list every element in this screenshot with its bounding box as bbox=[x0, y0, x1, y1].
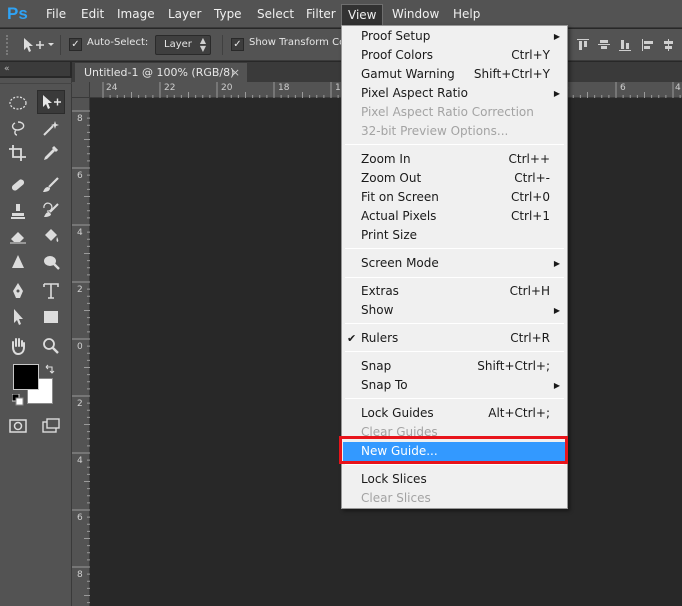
eyedropper-tool-icon[interactable] bbox=[37, 141, 65, 165]
ruler-origin[interactable] bbox=[72, 82, 90, 98]
document-tab[interactable]: Untitled-1 @ 100% (RGB/8) × bbox=[75, 63, 247, 82]
rectangle-tool-icon[interactable] bbox=[37, 305, 65, 329]
dodge-tool-icon[interactable] bbox=[37, 250, 65, 274]
move-tool-preset-icon[interactable] bbox=[20, 36, 54, 57]
menu-separator bbox=[345, 144, 564, 145]
menu-item-lock-slices[interactable]: Lock Slices bbox=[343, 470, 566, 489]
menu-separator bbox=[345, 323, 564, 324]
menu-bar: Ps File Edit Image Layer Type Select Fil… bbox=[0, 0, 682, 28]
menu-item-snap-to[interactable]: Snap To ▶ bbox=[343, 376, 566, 395]
menu-separator bbox=[345, 351, 564, 352]
zoom-tool-icon[interactable] bbox=[37, 334, 65, 358]
menu-item-extras[interactable]: Extras Ctrl+H bbox=[343, 282, 566, 301]
path-selection-tool-icon[interactable] bbox=[4, 305, 32, 329]
menu-item-clear-slices: Clear Slices bbox=[361, 491, 431, 505]
submenu-arrow-icon: ▶ bbox=[553, 32, 560, 41]
menu-item-pixel-aspect-ratio-correction: Pixel Aspect Ratio Correction bbox=[361, 105, 534, 119]
menu-separator bbox=[345, 464, 564, 465]
menu-item-actual-pixels[interactable]: Actual Pixels Ctrl+1 bbox=[343, 207, 566, 226]
hand-tool-icon[interactable] bbox=[4, 334, 32, 358]
show-transform-controls-checkbox[interactable]: ✓ bbox=[231, 38, 244, 51]
blur-tool-icon[interactable] bbox=[4, 250, 32, 274]
menu-separator bbox=[345, 248, 564, 249]
menu-item-clear-guides: Clear Guides bbox=[361, 425, 438, 439]
toolbox bbox=[0, 78, 72, 606]
ruler-ticks bbox=[72, 110, 90, 604]
foreground-color-swatch[interactable] bbox=[13, 364, 39, 390]
menu-filter[interactable]: Filter bbox=[300, 4, 342, 24]
marquee-tool-icon[interactable] bbox=[4, 91, 32, 115]
submenu-arrow-icon: ▶ bbox=[553, 259, 560, 268]
align-left-icon[interactable] bbox=[641, 38, 655, 52]
photoshop-logo-icon: Ps bbox=[7, 4, 28, 23]
close-tab-icon[interactable]: × bbox=[231, 63, 240, 82]
menu-edit[interactable]: Edit bbox=[75, 4, 110, 24]
move-tool-icon[interactable] bbox=[37, 90, 65, 114]
menu-type[interactable]: Type bbox=[208, 4, 248, 24]
menu-separator bbox=[345, 277, 564, 278]
menu-item-zoom-in[interactable]: Zoom In Ctrl++ bbox=[343, 150, 566, 169]
menu-select[interactable]: Select bbox=[251, 4, 300, 24]
pen-tool-icon[interactable] bbox=[4, 279, 32, 303]
magic-wand-tool-icon[interactable] bbox=[37, 116, 65, 140]
align-vertical-center-icon[interactable] bbox=[597, 38, 611, 52]
show-transform-controls-label: Show Transform Con bbox=[249, 37, 352, 48]
paint-bucket-tool-icon[interactable] bbox=[37, 224, 65, 248]
auto-select-target-select[interactable]: Layer ▲ ▼ bbox=[155, 35, 211, 55]
menu-item-32bit-preview-options: 32-bit Preview Options... bbox=[361, 124, 509, 138]
quick-mask-icon[interactable] bbox=[4, 414, 32, 438]
submenu-arrow-icon: ▶ bbox=[553, 306, 560, 315]
history-brush-tool-icon[interactable] bbox=[37, 199, 65, 223]
menu-layer[interactable]: Layer bbox=[162, 4, 207, 24]
menu-item-print-size[interactable]: Print Size bbox=[343, 226, 566, 245]
options-bar-grip[interactable] bbox=[6, 35, 11, 55]
type-tool-icon[interactable] bbox=[37, 279, 65, 303]
screen-mode-icon[interactable] bbox=[37, 414, 65, 438]
menu-view[interactable]: View bbox=[341, 4, 384, 26]
swap-colors-icon[interactable] bbox=[44, 364, 56, 379]
auto-select-checkbox[interactable]: ✓ bbox=[69, 38, 82, 51]
toolbox-grip[interactable] bbox=[0, 78, 72, 84]
menu-item-new-guide[interactable]: New Guide... bbox=[343, 442, 566, 461]
align-horizontal-center-icon[interactable] bbox=[662, 38, 676, 52]
menu-item-zoom-out[interactable]: Zoom Out Ctrl+- bbox=[343, 169, 566, 188]
crop-tool-icon[interactable] bbox=[4, 141, 32, 165]
clone-stamp-tool-icon[interactable] bbox=[4, 199, 32, 223]
menu-item-proof-setup[interactable]: Proof Setup ▶ bbox=[343, 27, 566, 46]
vertical-ruler[interactable]: 8 6 4 2 0 2 4 6 8 bbox=[72, 98, 90, 606]
menu-item-fit-on-screen[interactable]: Fit on Screen Ctrl+0 bbox=[343, 188, 566, 207]
menu-item-proof-colors[interactable]: Proof Colors Ctrl+Y bbox=[343, 46, 566, 65]
brush-tool-icon[interactable] bbox=[37, 173, 65, 197]
menu-separator bbox=[345, 398, 564, 399]
collapse-panels-button[interactable]: « bbox=[0, 62, 70, 76]
menu-item-gamut-warning[interactable]: Gamut Warning Shift+Ctrl+Y bbox=[343, 65, 566, 84]
menu-item-pixel-aspect-ratio[interactable]: Pixel Aspect Ratio ▶ bbox=[343, 84, 566, 103]
menu-file[interactable]: File bbox=[40, 4, 72, 24]
menu-item-snap[interactable]: Snap Shift+Ctrl+; bbox=[343, 357, 566, 376]
auto-select-target-value: Layer bbox=[164, 39, 192, 50]
menu-item-rulers[interactable]: ✔ Rulers Ctrl+R bbox=[343, 329, 566, 348]
document-tab-title: Untitled-1 @ 100% (RGB/8) bbox=[84, 66, 235, 79]
menu-item-screen-mode[interactable]: Screen Mode ▶ bbox=[343, 254, 566, 273]
menu-help[interactable]: Help bbox=[447, 4, 486, 24]
submenu-arrow-icon: ▶ bbox=[553, 89, 560, 98]
align-bottom-icon[interactable] bbox=[618, 38, 632, 52]
menu-window[interactable]: Window bbox=[386, 4, 445, 24]
select-arrows-icon: ▲ ▼ bbox=[199, 36, 206, 53]
view-menu-dropdown: Proof Setup ▶ Proof Colors Ctrl+Y Gamut Wa… bbox=[341, 25, 568, 509]
align-top-icon[interactable] bbox=[576, 38, 590, 52]
healing-brush-tool-icon[interactable] bbox=[4, 173, 32, 197]
checkmark-icon: ✔ bbox=[347, 332, 357, 345]
lasso-tool-icon[interactable] bbox=[4, 116, 32, 140]
menu-item-lock-guides[interactable]: Lock Guides Alt+Ctrl+; bbox=[343, 404, 566, 423]
eraser-tool-icon[interactable] bbox=[4, 224, 32, 248]
submenu-arrow-icon: ▶ bbox=[553, 381, 560, 390]
auto-select-label: Auto-Select: bbox=[87, 37, 149, 48]
default-colors-icon[interactable] bbox=[11, 393, 24, 409]
menu-image[interactable]: Image bbox=[111, 4, 161, 24]
menu-item-show[interactable]: Show ▶ bbox=[343, 301, 566, 320]
